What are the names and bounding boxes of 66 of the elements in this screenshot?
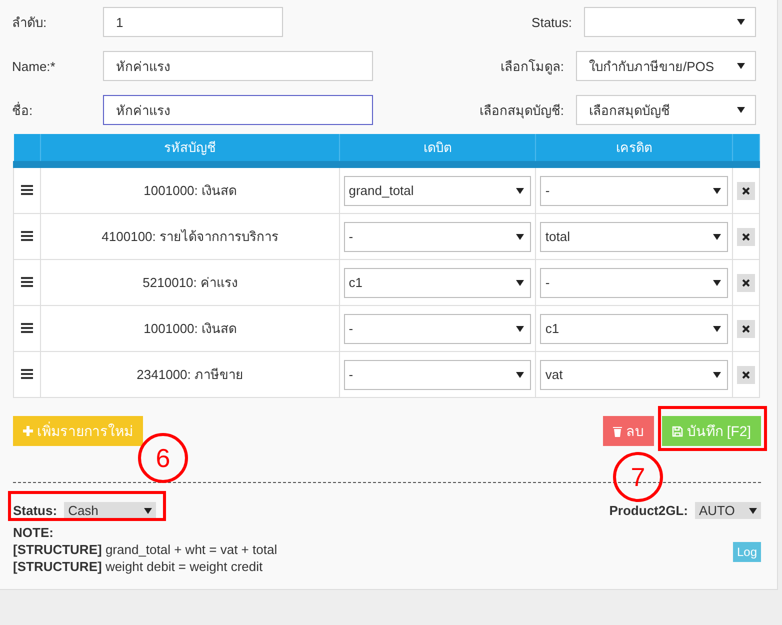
delete-button[interactable] [737, 320, 755, 338]
delete-button[interactable] [737, 182, 755, 200]
note-label: NOTE: [13, 524, 54, 541]
field-label: ลำดับ: [11, 14, 48, 32]
step-number: 6 [138, 433, 188, 483]
dropdown[interactable]: c1 [344, 268, 532, 298]
structure-note: [STRUCTURE] grand_total + wht = vat + total [13, 541, 278, 558]
caret-icon [737, 19, 745, 25]
caret-icon [713, 326, 721, 332]
caret-icon [516, 372, 524, 378]
caret-icon [737, 63, 745, 69]
caret-icon [713, 188, 721, 194]
dropdown[interactable]: เลือกสมุดบัญชี [576, 95, 756, 125]
step-number: 7 [613, 452, 663, 502]
dropdown[interactable]: - [540, 176, 728, 206]
field-label: เลือกสมุดบัญชี: [479, 102, 565, 120]
close-icon [742, 232, 750, 240]
dropdown[interactable]: - [344, 360, 532, 390]
text-field[interactable]: หักค่าแรง [103, 95, 373, 125]
table-cell: 1001000: เงินสด [40, 306, 340, 352]
plus-icon [23, 426, 33, 436]
table-cell: 5210010: ค่าแรง [40, 260, 340, 306]
field-label: Status: [532, 14, 573, 30]
product2gl-dropdown[interactable]: AUTO [695, 502, 761, 519]
caret-icon [516, 234, 524, 240]
field-label: เลือกโมดูล: [500, 58, 565, 76]
close-icon [742, 324, 750, 332]
close-icon [742, 370, 750, 378]
caret-icon [144, 508, 152, 514]
dropdown[interactable]: - [540, 268, 728, 298]
caret-icon [713, 234, 721, 240]
structure-note: [STRUCTURE] weight debit = weight credit [13, 558, 264, 575]
drag-handle-icon[interactable] [21, 369, 34, 379]
text-field[interactable]: 1 [103, 7, 283, 37]
drag-handle-icon[interactable] [21, 185, 34, 195]
status-dropdown[interactable]: Cash [64, 502, 156, 519]
caret-icon [737, 107, 745, 113]
caret-icon [516, 326, 524, 332]
text-field[interactable]: หักค่าแรง [103, 51, 373, 81]
caret-icon [516, 188, 524, 194]
dropdown[interactable]: ใบกำกับภาษีขาย/POS [576, 51, 756, 81]
dropdown[interactable]: grand_total [344, 176, 532, 206]
status-label: Status: [13, 503, 58, 518]
product2gl-label: Product2GL: [609, 503, 688, 518]
drag-handle-icon[interactable] [21, 231, 34, 241]
caret-icon [749, 508, 757, 514]
dropdown[interactable]: vat [540, 360, 728, 390]
delete-button[interactable] [737, 274, 755, 292]
dropdown[interactable]: c1 [540, 314, 728, 344]
delete-button[interactable] [737, 228, 755, 246]
close-icon [742, 186, 750, 194]
close-icon [742, 278, 750, 286]
delete-button[interactable] [737, 366, 755, 384]
table-cell: 4100100: รายได้จากการบริการ [40, 214, 340, 260]
caret-icon [713, 280, 721, 286]
caret-icon [516, 280, 524, 286]
trash-icon [612, 426, 622, 436]
field-label: Name:* [11, 58, 56, 74]
table-cell: 2341000: ภาษีขาย [40, 352, 340, 398]
dropdown[interactable]: - [344, 314, 532, 344]
dropdown[interactable]: - [344, 222, 532, 252]
drag-handle-icon[interactable] [21, 277, 34, 287]
drag-handle-icon[interactable] [21, 323, 34, 333]
field-label: ชื่อ: [11, 100, 34, 120]
caret-icon [713, 372, 721, 378]
dropdown[interactable]: total [540, 222, 728, 252]
